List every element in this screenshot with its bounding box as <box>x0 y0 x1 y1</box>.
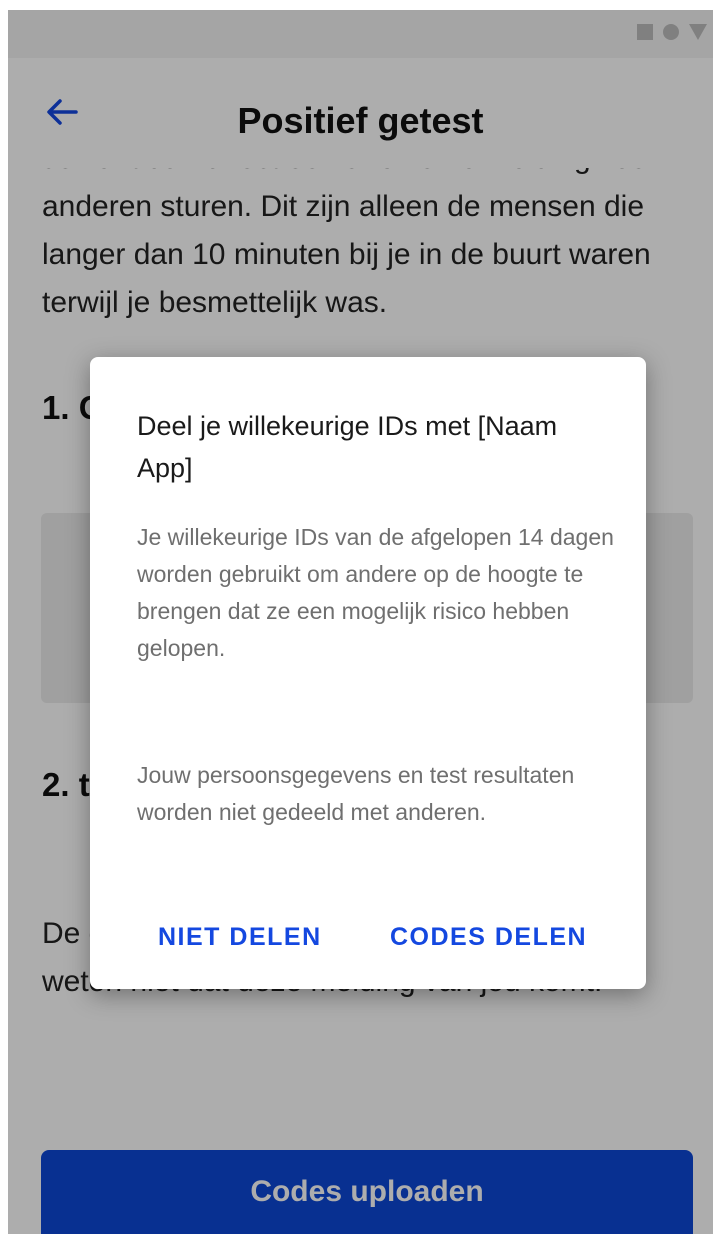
share-codes-button[interactable]: CODES DELEN <box>390 923 587 952</box>
dialog-body-privacy: Jouw persoonsgegevens en test resultaten… <box>137 762 575 825</box>
share-ids-dialog: Deel je willekeurige IDs met [Naam App] … <box>90 357 646 989</box>
dialog-title: Deel je willekeurige IDs met [Naam App] <box>137 411 558 483</box>
dont-share-button[interactable]: NIET DELEN <box>158 923 322 952</box>
dialog-actions: NIET DELEN CODES DELEN <box>90 923 646 959</box>
phone-screen: Je kunt dan direct een anonieme melding … <box>8 10 713 1234</box>
dialog-body-ids: Je willekeurige IDs van de afgelopen 14 … <box>137 524 614 661</box>
